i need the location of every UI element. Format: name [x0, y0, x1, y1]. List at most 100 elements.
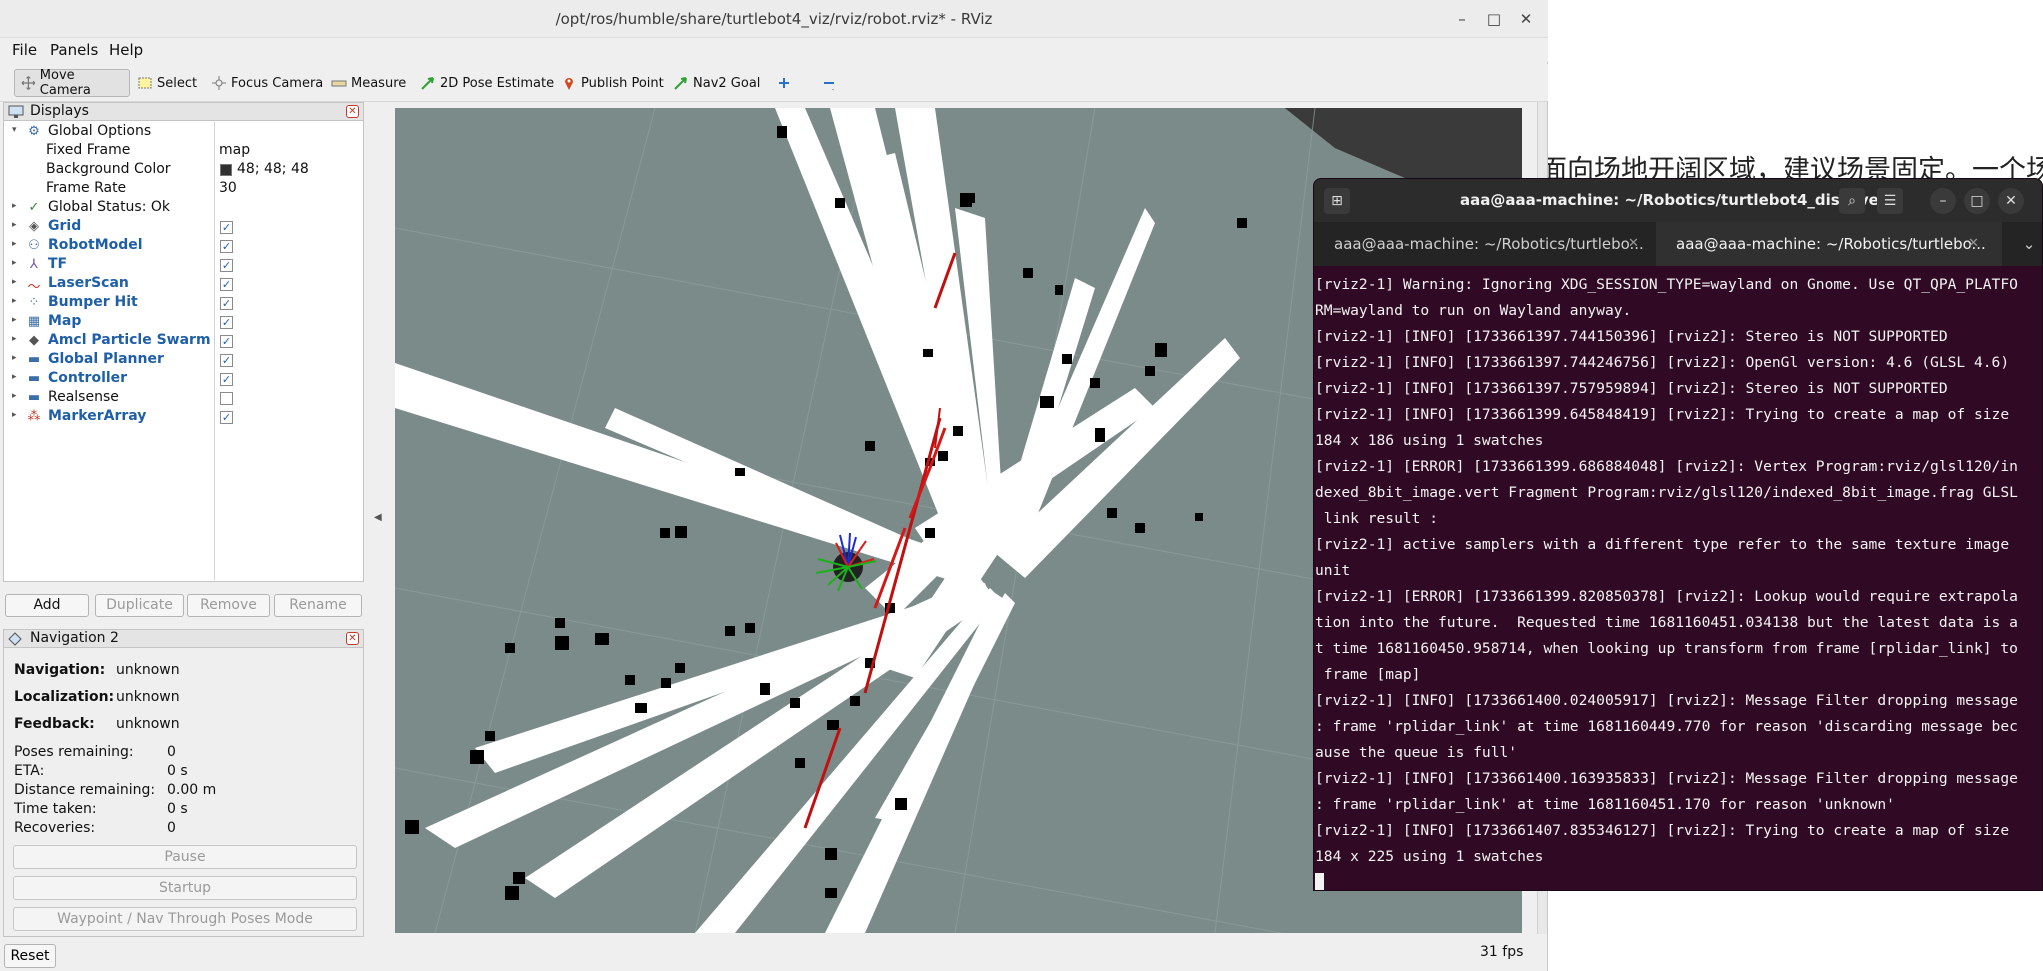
tree-global-status[interactable]: ▸ ✓ Global Status: Ok: [4, 199, 363, 218]
toolbar: Move Camera Select Focus Camera Measure …: [0, 64, 1548, 102]
display-checkbox[interactable]: ✓: [220, 259, 233, 272]
menu-help[interactable]: Help: [109, 41, 143, 59]
tree-item-grid[interactable]: ▸ ◈ Grid ✓: [4, 218, 363, 237]
search-icon[interactable]: ⌕: [1839, 188, 1865, 214]
remove-tool-button[interactable]: [815, 69, 847, 97]
startup-button[interactable]: Startup: [13, 876, 357, 900]
publish-point-tool[interactable]: Publish Point: [555, 69, 670, 97]
display-checkbox[interactable]: ✓: [220, 297, 233, 310]
tree-frame-rate[interactable]: Frame Rate 30: [4, 180, 363, 199]
close-panel-icon[interactable]: ✕: [346, 632, 359, 645]
hamburger-menu-icon[interactable]: ☰: [1877, 188, 1903, 214]
minimize-icon[interactable]: –: [1930, 188, 1956, 214]
menu-file[interactable]: File: [12, 41, 37, 59]
terminal-tab-1[interactable]: aaa@aaa-machine: ~/Robotics/turtlebo... …: [1314, 222, 1654, 266]
plus-icon: [779, 78, 789, 88]
pose-estimate-label: 2D Pose Estimate: [440, 75, 555, 91]
recoveries-label: Recoveries:: [14, 820, 96, 836]
expand-arrow-icon[interactable]: ▸: [12, 277, 17, 287]
add-tool-button[interactable]: [770, 69, 802, 97]
menu-panels[interactable]: Panels: [50, 41, 98, 59]
close-icon[interactable]: ✕: [1517, 10, 1535, 28]
tree-item-markerarray[interactable]: ▸ ⁂ MarkerArray ✓: [4, 408, 363, 427]
tab-close-icon[interactable]: ✕: [1628, 222, 1639, 266]
tab-close-icon[interactable]: ✕: [1968, 222, 1979, 266]
terminal-line: [rviz2-1] [ERROR] [1733661399.686884048]…: [1315, 458, 2018, 475]
expand-arrow-icon[interactable]: ▾: [12, 125, 17, 135]
close-icon[interactable]: ✕: [1998, 188, 2024, 214]
tree-background-color[interactable]: Background Color 48; 48; 48: [4, 161, 363, 180]
focus-camera-tool[interactable]: Focus Camera: [205, 69, 329, 97]
tree-item-amcl-particle-swarm[interactable]: ▸ ◆ Amcl Particle Swarm ✓: [4, 332, 363, 351]
expand-arrow-icon[interactable]: ▸: [12, 296, 17, 306]
measure-tool[interactable]: Measure: [325, 69, 412, 97]
expand-arrow-icon[interactable]: ▸: [12, 220, 17, 230]
reset-button[interactable]: Reset: [4, 944, 56, 968]
display-checkbox[interactable]: ✓: [220, 221, 233, 234]
expand-arrow-icon[interactable]: ▸: [12, 410, 17, 420]
expand-arrow-icon[interactable]: ▸: [12, 372, 17, 382]
frame-rate-value[interactable]: 30: [219, 180, 237, 196]
terminal-window: ⊞ aaa@aaa-machine: ~/Robotics/turtlebot4…: [1313, 178, 2043, 891]
select-tool[interactable]: Select: [131, 69, 203, 97]
display-checkbox[interactable]: ✓: [220, 316, 233, 329]
expand-arrow-icon[interactable]: ▸: [12, 315, 17, 325]
color-swatch[interactable]: [220, 164, 232, 176]
terminal-output[interactable]: [rviz2-1] Warning: Ignoring XDG_SESSION_…: [1314, 266, 2042, 890]
terminal-tab-2[interactable]: aaa@aaa-machine: ~/Robotics/turtlebo... …: [1656, 222, 2002, 266]
tree-item-controller[interactable]: ▸ ▬ Controller ✓: [4, 370, 363, 389]
tree-fixed-frame[interactable]: Fixed Frame map: [4, 142, 363, 161]
terminal-prompt-line[interactable]: [1314, 870, 2042, 890]
display-checkbox[interactable]: ✓: [220, 240, 233, 253]
nav2-goal-tool[interactable]: Nav2 Goal: [667, 69, 766, 97]
pause-button[interactable]: Pause: [13, 845, 357, 869]
terminal-line: frame [map]: [1315, 666, 1421, 683]
expand-arrow-icon[interactable]: ▸: [12, 334, 17, 344]
tree-item-tf[interactable]: ▸ ⅄ TF ✓: [4, 256, 363, 275]
fixed-frame-value[interactable]: map: [219, 142, 250, 158]
collapse-panel-arrow-icon[interactable]: ◀: [374, 512, 382, 523]
remove-display-button[interactable]: Remove: [187, 594, 270, 617]
tree-item-map[interactable]: ▸ ▦ Map ✓: [4, 313, 363, 332]
background-color-value[interactable]: 48; 48; 48: [237, 161, 309, 177]
navigation-status-value: unknown: [116, 662, 180, 678]
display-label: MarkerArray: [48, 408, 147, 424]
tree-global-options[interactable]: ▾ ⚙ Global Options: [4, 123, 363, 142]
terminal-line: t time 1681160450.958714, when looking u…: [1315, 640, 2018, 657]
terminal-line: : frame 'rplidar_link' at time 168116044…: [1315, 718, 2018, 735]
terminal-tab-bar: aaa@aaa-machine: ~/Robotics/turtlebo... …: [1314, 222, 2042, 266]
navigation-status-label: Navigation:: [14, 662, 106, 678]
tree-item-bumper-hit[interactable]: ▸ ⁘ Bumper Hit ✓: [4, 294, 363, 313]
add-display-button[interactable]: Add: [5, 594, 89, 617]
maximize-icon[interactable]: □: [1964, 188, 1990, 214]
minimize-icon[interactable]: –: [1453, 10, 1471, 28]
frame-rate-label: Frame Rate: [46, 180, 127, 196]
display-checkbox[interactable]: ✓: [220, 354, 233, 367]
display-checkbox[interactable]: ✓: [220, 335, 233, 348]
expand-arrow-icon[interactable]: ▸: [12, 353, 17, 363]
display-checkbox[interactable]: [220, 392, 233, 405]
rename-display-button[interactable]: Rename: [274, 594, 362, 617]
terminal-line: [rviz2-1] active samplers with a differe…: [1315, 536, 2010, 553]
move-camera-tool[interactable]: Move Camera: [14, 68, 130, 98]
expand-arrow-icon[interactable]: ▸: [12, 258, 17, 268]
expand-arrow-icon[interactable]: ▸: [12, 201, 17, 211]
display-checkbox[interactable]: ✓: [220, 373, 233, 386]
expand-arrow-icon[interactable]: ▸: [12, 391, 17, 401]
tree-item-realsense[interactable]: ▸ ▬ Realsense: [4, 389, 363, 408]
maximize-icon[interactable]: □: [1485, 10, 1503, 28]
tree-item-robotmodel[interactable]: ▸ ⚇ RobotModel ✓: [4, 237, 363, 256]
gear-icon: ⚙: [28, 124, 40, 139]
display-checkbox[interactable]: ✓: [220, 278, 233, 291]
duplicate-display-button[interactable]: Duplicate: [95, 594, 184, 617]
tree-item-global-planner[interactable]: ▸ ▬ Global Planner ✓: [4, 351, 363, 370]
minus-icon: [824, 82, 834, 90]
tab-overflow-chevron-icon[interactable]: ⌄: [2014, 222, 2042, 266]
pose-estimate-tool[interactable]: 2D Pose Estimate: [414, 69, 560, 97]
terminal-line: 184 x 225 using 1 swatches: [1315, 848, 1544, 865]
display-checkbox[interactable]: ✓: [220, 411, 233, 424]
expand-arrow-icon[interactable]: ▸: [12, 239, 17, 249]
tree-item-laserscan[interactable]: ▸ 〜 LaserScan ✓: [4, 275, 363, 295]
waypoint-mode-button[interactable]: Waypoint / Nav Through Poses Mode: [13, 907, 357, 931]
close-panel-icon[interactable]: ✕: [346, 105, 359, 118]
